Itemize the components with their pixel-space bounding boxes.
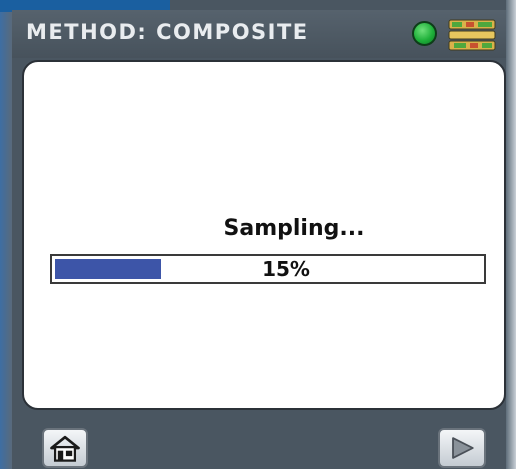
sampling-status-text: Sampling... (223, 216, 365, 241)
progress-percent-label: 15% (262, 257, 310, 281)
home-icon (50, 435, 80, 462)
sample-tray-icon (448, 19, 496, 51)
status-indicator-icon (412, 21, 437, 46)
progress-bar: 15% (50, 254, 486, 284)
left-border-strip (0, 12, 12, 469)
bottom-toolbar (12, 412, 506, 469)
play-arrow-icon (452, 437, 474, 459)
next-button[interactable] (438, 428, 486, 468)
main-screen-panel: Sampling... 15% (22, 60, 506, 410)
right-border-strip (506, 0, 516, 469)
home-button[interactable] (42, 428, 88, 468)
page-title: METHOD: COMPOSITE (26, 20, 309, 44)
device-frame: METHOD: COMPOSITE Sampling... 15% (0, 0, 516, 469)
title-bar: METHOD: COMPOSITE (12, 10, 506, 58)
